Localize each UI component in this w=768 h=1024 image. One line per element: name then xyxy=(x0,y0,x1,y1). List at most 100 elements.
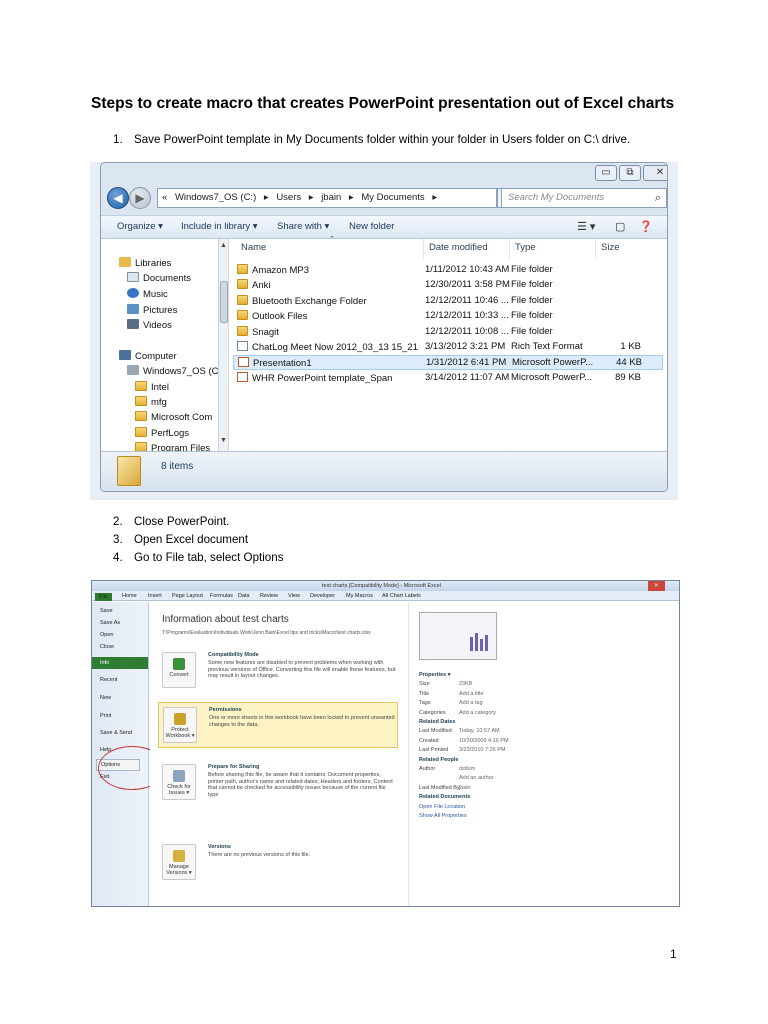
folder-icon xyxy=(135,381,147,391)
file-row[interactable]: Snagit 12/12/2011 10:08 ... File folder xyxy=(233,325,663,340)
file-tab[interactable]: File xyxy=(95,593,112,601)
menu-open[interactable]: Open xyxy=(100,632,113,638)
file-row[interactable]: WHR PowerPoint template_Span 3/14/2012 11… xyxy=(233,371,663,386)
column-divider[interactable] xyxy=(595,239,596,259)
menu-info[interactable]: Info xyxy=(92,657,148,669)
close-icon[interactable]: ✕ xyxy=(648,581,665,591)
tab-all-chart-labels[interactable]: All Chart Labels xyxy=(382,593,421,599)
lock-icon xyxy=(174,713,186,725)
menu-save[interactable]: Save xyxy=(100,608,113,614)
nav-libraries[interactable]: Libraries xyxy=(119,257,171,269)
breadcrumb-arrow[interactable]: ▸ xyxy=(264,192,269,203)
tab-formulas[interactable]: Formulas xyxy=(210,593,233,599)
property-row[interactable]: Categories Add a category xyxy=(419,710,496,716)
property-key: Created xyxy=(419,737,439,744)
file-row[interactable]: Anki 12/30/2011 3:58 PM File folder xyxy=(233,278,663,293)
tab-review[interactable]: Review xyxy=(260,593,278,599)
include-in-library-button[interactable]: Include in library ▾ xyxy=(181,221,258,232)
nav-folder[interactable]: PerfLogs xyxy=(135,427,189,439)
nav-computer[interactable]: Computer xyxy=(119,350,177,362)
nav-folder[interactable]: Microsoft Com xyxy=(135,411,212,423)
column-date[interactable]: Date modified xyxy=(429,242,488,253)
column-divider[interactable] xyxy=(509,239,510,259)
tab-insert[interactable]: Insert xyxy=(148,593,162,599)
breadcrumb-my-documents[interactable]: My Documents xyxy=(361,192,424,203)
tab-my-macros[interactable]: My Macros xyxy=(346,593,373,599)
section-permissions: Protect Workbook ▾ Permissions One or mo… xyxy=(158,702,398,748)
view-options-icon[interactable]: ☰ ▾ xyxy=(577,220,595,233)
details-pane: 8 items xyxy=(101,451,667,491)
breadcrumb-arrow[interactable]: ▸ xyxy=(309,192,314,203)
property-key: Title xyxy=(419,690,430,697)
file-date: 1/31/2012 6:41 PM xyxy=(426,357,507,369)
menu-recent[interactable]: Recent xyxy=(100,677,117,683)
preview-pane-icon[interactable]: ▢ xyxy=(615,220,625,233)
file-name: ChatLog Meet Now 2012_03_13 15_21 xyxy=(237,341,418,353)
breadcrumb-users[interactable]: Users xyxy=(276,192,301,203)
breadcrumb-jbain[interactable]: jbain xyxy=(321,192,341,203)
file-row[interactable]: Amazon MP3 1/11/2012 10:43 AM File folder xyxy=(233,263,663,278)
scrollbar-thumb[interactable] xyxy=(220,281,228,323)
maximize-icon[interactable]: ⧉ xyxy=(619,165,641,181)
property-value: Add a tag xyxy=(459,700,483,707)
menu-close[interactable]: Close xyxy=(100,644,114,650)
column-name[interactable]: Name xyxy=(241,242,266,253)
file-row[interactable]: Outlook Files 12/12/2011 10:33 ... File fo… xyxy=(233,309,663,324)
check-for-issues-button[interactable]: Check for Issues ▾ xyxy=(162,764,196,800)
excel-window-title: test charts [Compatibility Mode] - Micro… xyxy=(322,583,441,589)
breadcrumb-arrow[interactable]: ▸ xyxy=(349,192,354,203)
nav-scrollbar[interactable]: ▲ ▼ xyxy=(219,239,229,451)
step-text: Go to File tab, select Options xyxy=(134,551,284,564)
file-name: Presentation1 xyxy=(238,357,312,369)
breadcrumb-drive[interactable]: Windows7_OS (C:) xyxy=(175,192,256,203)
convert-button[interactable]: Convert xyxy=(162,652,196,688)
minimize-icon[interactable]: ▭ xyxy=(595,165,617,181)
protect-workbook-button[interactable]: Protect Workbook ▾ xyxy=(163,707,197,743)
share-with-button[interactable]: Share with ▾ xyxy=(277,221,329,232)
section-body: One or more sheets in this workbook have… xyxy=(209,715,395,728)
property-row[interactable]: Show All Properties xyxy=(419,813,467,819)
tab-page-layout[interactable]: Page Layout xyxy=(172,593,203,599)
nav-pictures[interactable]: Pictures xyxy=(127,304,177,316)
menu-save-and-send[interactable]: Save & Send xyxy=(100,730,132,736)
file-row[interactable]: Presentation1 1/31/2012 6:41 PM Microsoft … xyxy=(233,355,663,371)
close-icon[interactable]: ✕ xyxy=(643,165,667,181)
new-folder-button[interactable]: New folder xyxy=(349,221,394,232)
help-icon[interactable]: ❓ xyxy=(639,220,653,233)
workbook-thumbnail xyxy=(419,612,497,660)
breadcrumb-arrow[interactable]: ▸ xyxy=(432,192,437,203)
search-icon[interactable]: ⌕ xyxy=(655,189,661,207)
forward-icon[interactable]: ▶ xyxy=(129,187,151,209)
nav-folder[interactable]: mfg xyxy=(135,396,167,408)
file-row[interactable]: Bluetooth Exchange Folder 12/12/2011 10:4… xyxy=(233,294,663,309)
document-title: Steps to create macro that creates Power… xyxy=(91,95,675,112)
search-input[interactable]: Search My Documents ⌕ xyxy=(501,188,667,208)
step-text: Open Excel document xyxy=(134,533,249,546)
nav-videos[interactable]: Videos xyxy=(127,319,172,331)
column-size[interactable]: Size xyxy=(601,242,619,253)
manage-versions-button[interactable]: Manage Versions ▾ xyxy=(162,844,196,880)
organize-button[interactable]: Organize ▾ xyxy=(117,221,163,232)
column-divider[interactable] xyxy=(423,239,424,259)
tab-view[interactable]: View xyxy=(288,593,300,599)
scroll-up-icon[interactable]: ▲ xyxy=(220,242,227,249)
menu-print[interactable]: Print xyxy=(100,713,111,719)
property-row[interactable]: Open File Location xyxy=(419,804,465,810)
breadcrumb[interactable]: « Windows7_OS (C:) ▸ Users ▸ jbain ▸ My … xyxy=(157,188,497,208)
back-icon[interactable]: ◀ xyxy=(107,187,129,209)
nav-folder[interactable]: Intel xyxy=(135,381,169,393)
menu-save-as[interactable]: Save As xyxy=(100,620,120,626)
tab-data[interactable]: Data xyxy=(238,593,250,599)
property-row[interactable]: Tags Add a tag xyxy=(419,700,483,706)
menu-new[interactable]: New xyxy=(100,695,111,701)
nav-drive[interactable]: Windows7_OS (C xyxy=(127,365,218,377)
nav-folder[interactable]: Program Files xyxy=(135,442,210,451)
nav-documents[interactable]: Documents xyxy=(127,272,191,284)
tab-home[interactable]: Home xyxy=(122,593,137,599)
file-row[interactable]: ChatLog Meet Now 2012_03_13 15_21 3/13/20… xyxy=(233,340,663,355)
column-type[interactable]: Type xyxy=(515,242,536,253)
scroll-down-icon[interactable]: ▼ xyxy=(220,437,227,444)
nav-music[interactable]: Music xyxy=(127,288,168,300)
property-row[interactable]: Title Add a title xyxy=(419,690,483,697)
tab-developer[interactable]: Developer xyxy=(310,593,335,599)
